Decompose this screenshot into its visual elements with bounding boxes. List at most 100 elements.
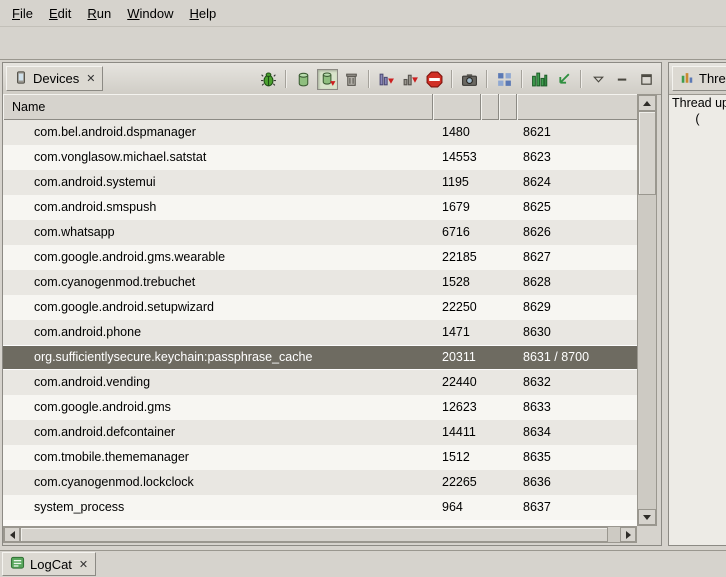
cell-c4 [499, 170, 517, 195]
table-row[interactable]: system_process9648637 [3, 495, 637, 520]
cell-name: com.android.smspush [3, 195, 433, 220]
toolbar-separator [486, 70, 488, 88]
menu-edit[interactable]: Edit [41, 2, 79, 25]
table-header: Name [3, 94, 637, 120]
cell-pid: 1679 [433, 195, 481, 220]
horizontal-scroll-thumb[interactable] [20, 527, 608, 542]
cell-pid: 6716 [433, 220, 481, 245]
process-table-body: com.bel.android.dspmanager14808621com.vo… [3, 120, 637, 526]
horizontal-scrollbar[interactable] [3, 526, 637, 543]
cell-pid: 12623 [433, 395, 481, 420]
threads-panel: Threads Thread up ( [668, 62, 726, 546]
dump-hprof-icon[interactable] [317, 69, 338, 90]
scroll-up-icon[interactable] [638, 95, 656, 111]
cell-name: com.whatsapp [3, 220, 433, 245]
table-row[interactable]: com.cyanogenmod.lockclock222658636 [3, 470, 637, 495]
debug-process-icon[interactable] [258, 69, 279, 90]
cell-c4 [499, 395, 517, 420]
column-header-c4[interactable] [499, 94, 517, 120]
table-row[interactable]: com.google.android.setupwizard222508629 [3, 295, 637, 320]
view-menu-icon[interactable] [588, 69, 609, 90]
threads-icon [680, 70, 694, 88]
cell-c3 [481, 220, 499, 245]
update-threads-icon[interactable] [376, 69, 397, 90]
cell-pid: 20311 [433, 346, 481, 369]
table-row[interactable]: com.android.vending224408632 [3, 370, 637, 395]
cell-name: com.android.systemui [3, 170, 433, 195]
tab-devices[interactable]: Devices ✕ [6, 66, 103, 91]
table-row[interactable]: com.android.defcontainer144118634 [3, 420, 637, 445]
cell-c4 [499, 145, 517, 170]
cell-c3 [481, 445, 499, 470]
cell-c3 [481, 245, 499, 270]
table-row[interactable]: com.cyanogenmod.trebuchet15288628 [3, 270, 637, 295]
table-row[interactable]: com.tmobile.thememanager15128635 [3, 445, 637, 470]
cell-name: com.bel.android.dspmanager [3, 120, 433, 145]
column-header-c3[interactable] [481, 94, 499, 120]
scroll-right-icon[interactable] [620, 527, 636, 542]
update-heap-icon[interactable] [293, 69, 314, 90]
cell-port: 8636 [517, 470, 637, 495]
cell-pid: 1512 [433, 445, 481, 470]
thread-columns-icon[interactable] [529, 69, 550, 90]
toolbar-separator [285, 70, 287, 88]
hierarchy-view-icon[interactable] [494, 69, 515, 90]
menu-help[interactable]: Help [181, 2, 224, 25]
table-row[interactable]: com.vonglasow.michael.satstat145538623 [3, 145, 637, 170]
table-row[interactable]: com.bel.android.dspmanager14808621 [3, 120, 637, 145]
maximize-icon[interactable] [636, 69, 657, 90]
menu-run[interactable]: Run [79, 2, 119, 25]
devices-view-header: Devices ✕ [3, 63, 661, 95]
minimize-icon[interactable] [612, 69, 633, 90]
cell-name: com.google.android.setupwizard [3, 295, 433, 320]
table-row[interactable]: com.google.android.gms126238633 [3, 395, 637, 420]
cell-name: com.android.phone [3, 320, 433, 345]
cell-pid: 1471 [433, 320, 481, 345]
table-row[interactable]: org.sufficientlysecure.keychain:passphra… [3, 345, 637, 370]
table-row[interactable]: com.android.smspush16798625 [3, 195, 637, 220]
cell-c3 [481, 195, 499, 220]
method-profiling-icon[interactable] [400, 69, 421, 90]
menu-file[interactable]: File [4, 2, 41, 25]
close-icon[interactable]: ✕ [86, 72, 95, 85]
main-toolbar [0, 27, 726, 60]
column-header-pid[interactable] [433, 94, 481, 120]
cell-c3 [481, 495, 499, 520]
cell-name: com.vonglasow.michael.satstat [3, 145, 433, 170]
table-row[interactable]: com.google.android.gms.wearable221858627 [3, 245, 637, 270]
cell-port: 8637 [517, 495, 637, 520]
cell-name: org.sufficientlysecure.keychain:passphra… [3, 346, 433, 369]
tab-threads[interactable]: Threads [672, 66, 726, 91]
stop-process-icon[interactable] [424, 69, 445, 90]
toolbar-separator [451, 70, 453, 88]
menu-window[interactable]: Window [119, 2, 181, 25]
scroll-left-icon[interactable] [4, 527, 20, 542]
table-row[interactable]: com.android.phone14718630 [3, 320, 637, 345]
toolbar-separator [368, 70, 370, 88]
threads-view-header: Threads [669, 63, 726, 95]
table-row[interactable]: com.whatsapp67168626 [3, 220, 637, 245]
threads-message-line2: ( [669, 112, 726, 126]
cell-c3 [481, 145, 499, 170]
cell-c3 [481, 120, 499, 145]
cell-name: com.cyanogenmod.trebuchet [3, 270, 433, 295]
tab-logcat[interactable]: LogCat ✕ [2, 552, 96, 576]
table-row[interactable]: com.android.systemui11958624 [3, 170, 637, 195]
cell-c3 [481, 370, 499, 395]
tab-threads-label: Threads [699, 71, 726, 86]
devices-toolbar [258, 68, 657, 90]
vertical-scroll-thumb[interactable] [638, 111, 656, 195]
column-header-name[interactable]: Name [3, 94, 433, 120]
column-header-port[interactable] [517, 94, 637, 120]
cell-pid: 1528 [433, 270, 481, 295]
vertical-scrollbar[interactable] [637, 94, 657, 526]
close-icon[interactable]: ✕ [79, 558, 88, 571]
scroll-down-icon[interactable] [638, 509, 656, 525]
cell-name: com.android.vending [3, 370, 433, 395]
cell-pid: 22440 [433, 370, 481, 395]
cell-pid: 1480 [433, 120, 481, 145]
screen-capture-icon[interactable] [459, 69, 480, 90]
cause-gc-icon[interactable] [341, 69, 362, 90]
cell-c4 [499, 470, 517, 495]
collapse-arrow-icon[interactable] [553, 69, 574, 90]
